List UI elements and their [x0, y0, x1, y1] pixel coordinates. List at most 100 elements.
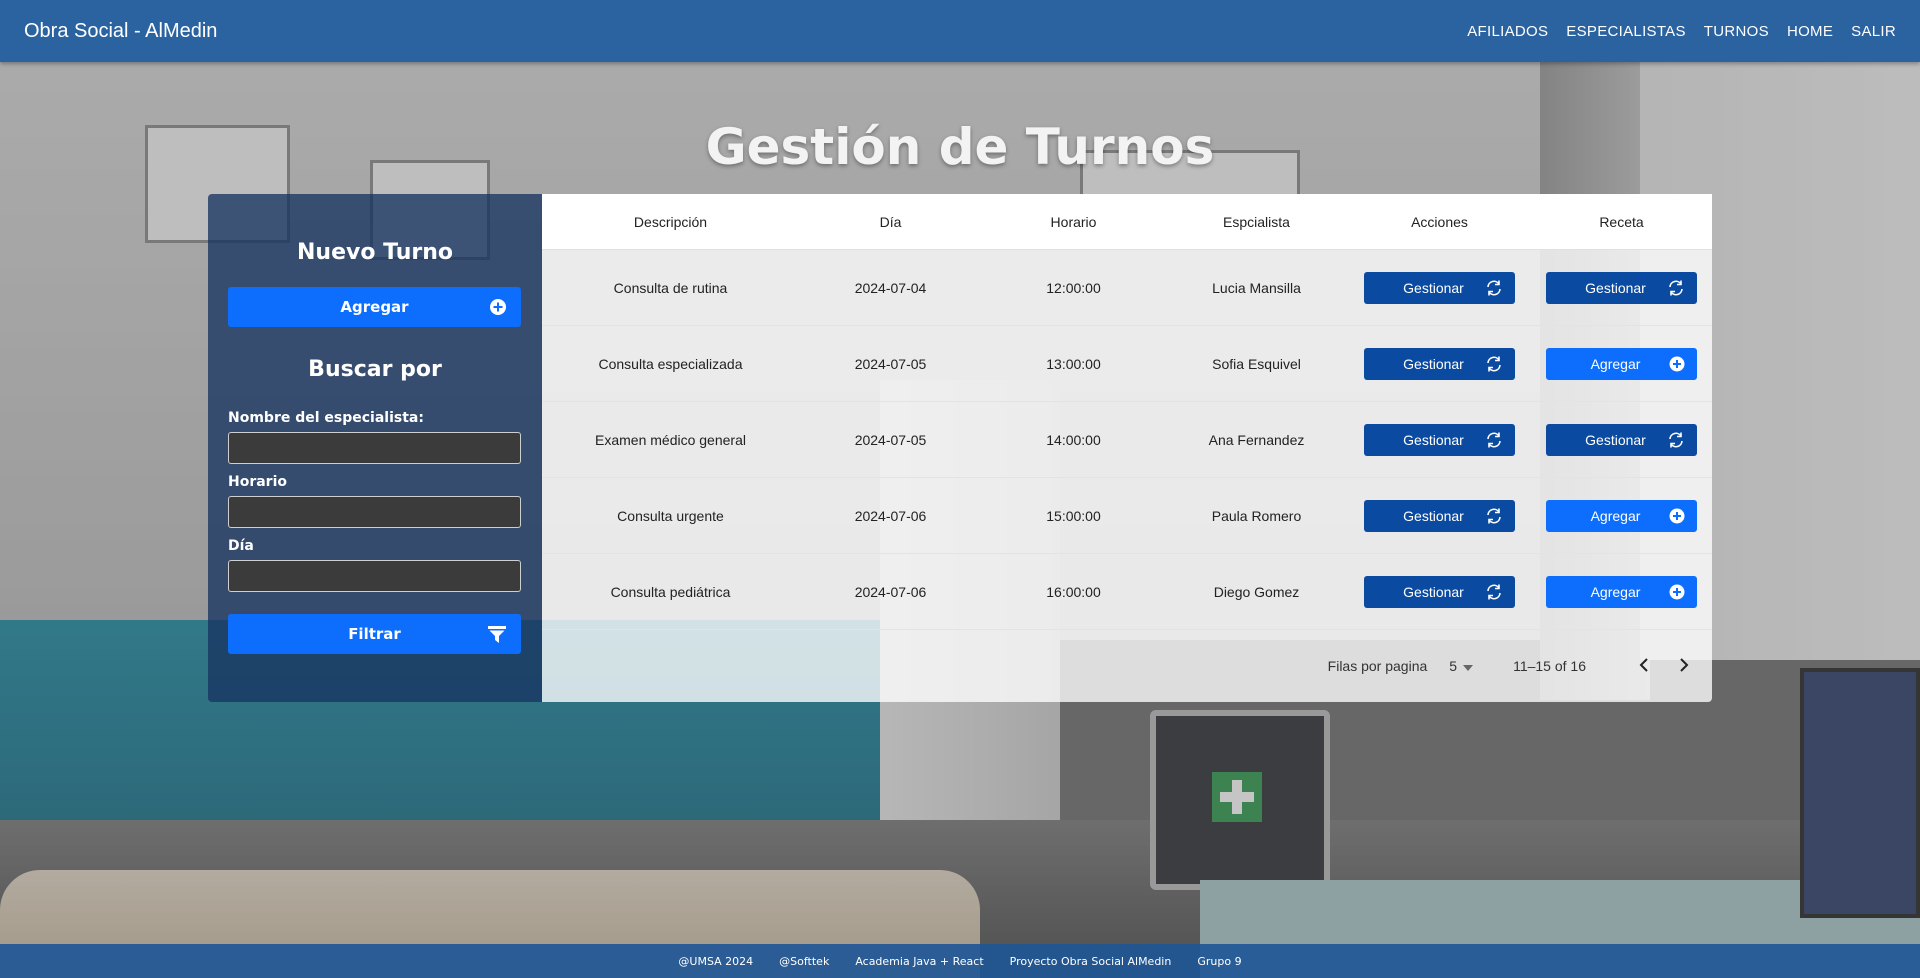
rows-per-page-select[interactable]: 5 [1449, 658, 1474, 674]
nav-links: AFILIADOS ESPECIALISTAS TURNOS HOME SALI… [1467, 23, 1896, 40]
prescription-button-label: Agregar [1590, 507, 1641, 524]
manage-appointment-button[interactable]: Gestionar [1364, 347, 1515, 380]
page-title: Gestión de Turnos [705, 118, 1215, 176]
chevron-right-icon [1679, 657, 1689, 675]
cell-acciones: Gestionar [1348, 347, 1531, 380]
prescription-button-label: Agregar [1590, 583, 1641, 600]
cell-descripcion: Consulta especializada [598, 355, 743, 372]
table-row: Examen médico general 2024-07-05 14:00:00 A… [542, 402, 1712, 478]
side-panel: Nuevo Turno Agregar Buscar por Nombre de… [208, 194, 542, 702]
table-header: Descripción Día Horario Espcialista Acci… [542, 194, 1712, 250]
cell-receta: Agregar [1531, 575, 1712, 608]
cell-especialista: Paula Romero [1211, 507, 1302, 524]
cell-descripcion: Consulta de rutina [613, 279, 728, 296]
header-dia: Día [879, 213, 902, 230]
add-prescription-button[interactable]: Agregar [1546, 499, 1697, 532]
footer-grupo: Grupo 9 [1197, 954, 1242, 968]
caret-down-icon [1463, 658, 1474, 674]
manage-prescription-button[interactable]: Gestionar [1546, 423, 1697, 456]
prescription-button-label: Agregar [1590, 355, 1641, 372]
cell-especialista: Sofia Esquivel [1212, 355, 1301, 372]
cell-descripcion: Examen médico general [595, 431, 746, 448]
time-label: Horario [228, 474, 288, 490]
specialist-input[interactable] [228, 432, 521, 464]
search-heading: Buscar por [308, 357, 442, 382]
cell-descripcion: Consulta pediátrica [610, 583, 731, 600]
new-appointment-heading: Nuevo Turno [297, 240, 453, 265]
cell-receta: Agregar [1531, 499, 1712, 532]
nav-afiliados[interactable]: AFILIADOS [1467, 23, 1548, 40]
brand-title[interactable]: Obra Social - AlMedin [24, 20, 217, 43]
header-descripcion: Descripción [633, 213, 708, 230]
prev-page-button[interactable] [1632, 654, 1656, 678]
navbar: Obra Social - AlMedin AFILIADOS ESPECIAL… [0, 0, 1920, 62]
nav-turnos[interactable]: TURNOS [1704, 23, 1769, 40]
filter-button[interactable]: Filtrar [228, 614, 521, 654]
manage-appointment-label: Gestionar [1403, 279, 1464, 296]
rows-per-page-value: 5 [1449, 658, 1458, 674]
header-receta: Receta [1599, 213, 1644, 230]
header-acciones: Acciones [1411, 213, 1468, 230]
footer-softtek: @Softtek [779, 954, 830, 968]
cell-dia: 2024-07-05 [854, 431, 927, 448]
refresh-icon [1485, 355, 1503, 376]
cell-dia: 2024-07-06 [854, 507, 927, 524]
cell-especialista: Lucia Mansilla [1212, 279, 1301, 296]
cell-descripcion: Consulta urgente [617, 507, 724, 524]
day-label: Día [228, 538, 254, 554]
refresh-icon [1667, 279, 1685, 300]
add-prescription-button[interactable]: Agregar [1546, 347, 1697, 380]
footer-proyecto: Proyecto Obra Social AlMedin [1009, 954, 1172, 968]
refresh-icon [1485, 431, 1503, 452]
cell-dia: 2024-07-04 [854, 279, 927, 296]
manage-appointment-label: Gestionar [1403, 355, 1464, 372]
plus-circle-icon [1669, 508, 1685, 527]
nav-salir[interactable]: SALIR [1851, 23, 1896, 40]
cell-dia: 2024-07-06 [854, 583, 927, 600]
table-row: Consulta pediátrica 2024-07-06 16:00:00 Die… [542, 554, 1712, 630]
plus-circle-icon [1669, 584, 1685, 603]
table-row: Consulta especializada 2024-07-05 13:00:00… [542, 326, 1712, 402]
pagination: Filas por pagina 5 11–15 of 16 [542, 630, 1712, 702]
cell-especialista: Ana Fernandez [1208, 431, 1305, 448]
cell-receta: Gestionar [1531, 271, 1712, 304]
time-input[interactable] [228, 496, 521, 528]
cell-dia: 2024-07-05 [854, 355, 927, 372]
footer-academia: Academia Java + React [855, 954, 984, 968]
cell-especialista: Diego Gomez [1213, 583, 1300, 600]
header-especialista: Espcialista [1223, 213, 1290, 230]
rows-per-page-label: Filas por pagina [1327, 658, 1428, 674]
chevron-left-icon [1639, 657, 1649, 675]
day-input[interactable] [228, 560, 521, 592]
plus-circle-icon [489, 298, 507, 320]
table-row: Consulta urgente 2024-07-06 15:00:00 Paula … [542, 478, 1712, 554]
cell-horario: 16:00:00 [1046, 583, 1101, 600]
refresh-icon [1667, 431, 1685, 452]
appointments-table: Descripción Día Horario Espcialista Acci… [542, 194, 1712, 702]
cell-receta: Gestionar [1531, 423, 1712, 456]
filter-label: Filtrar [348, 625, 401, 643]
cell-acciones: Gestionar [1348, 271, 1531, 304]
prescription-button-label: Gestionar [1585, 279, 1646, 296]
cell-horario: 12:00:00 [1046, 279, 1101, 296]
refresh-icon [1485, 507, 1503, 528]
manage-prescription-button[interactable]: Gestionar [1546, 271, 1697, 304]
footer-umsa: @UMSA 2024 [678, 954, 754, 968]
add-appointment-button[interactable]: Agregar [228, 287, 521, 327]
next-page-button[interactable] [1672, 654, 1696, 678]
manage-appointment-button[interactable]: Gestionar [1364, 423, 1515, 456]
cell-acciones: Gestionar [1348, 423, 1531, 456]
manage-appointment-label: Gestionar [1403, 507, 1464, 524]
nav-home[interactable]: HOME [1787, 23, 1833, 40]
cell-acciones: Gestionar [1348, 499, 1531, 532]
manage-appointment-label: Gestionar [1403, 431, 1464, 448]
table-body: Consulta de rutina 2024-07-04 12:00:00 Luci… [542, 250, 1712, 630]
manage-appointment-button[interactable]: Gestionar [1364, 499, 1515, 532]
nav-especialistas[interactable]: ESPECIALISTAS [1566, 23, 1686, 40]
add-prescription-button[interactable]: Agregar [1546, 575, 1697, 608]
cell-acciones: Gestionar [1348, 575, 1531, 608]
manage-appointment-button[interactable]: Gestionar [1364, 271, 1515, 304]
add-appointment-label: Agregar [340, 298, 409, 316]
manage-appointment-button[interactable]: Gestionar [1364, 575, 1515, 608]
manage-appointment-label: Gestionar [1403, 583, 1464, 600]
